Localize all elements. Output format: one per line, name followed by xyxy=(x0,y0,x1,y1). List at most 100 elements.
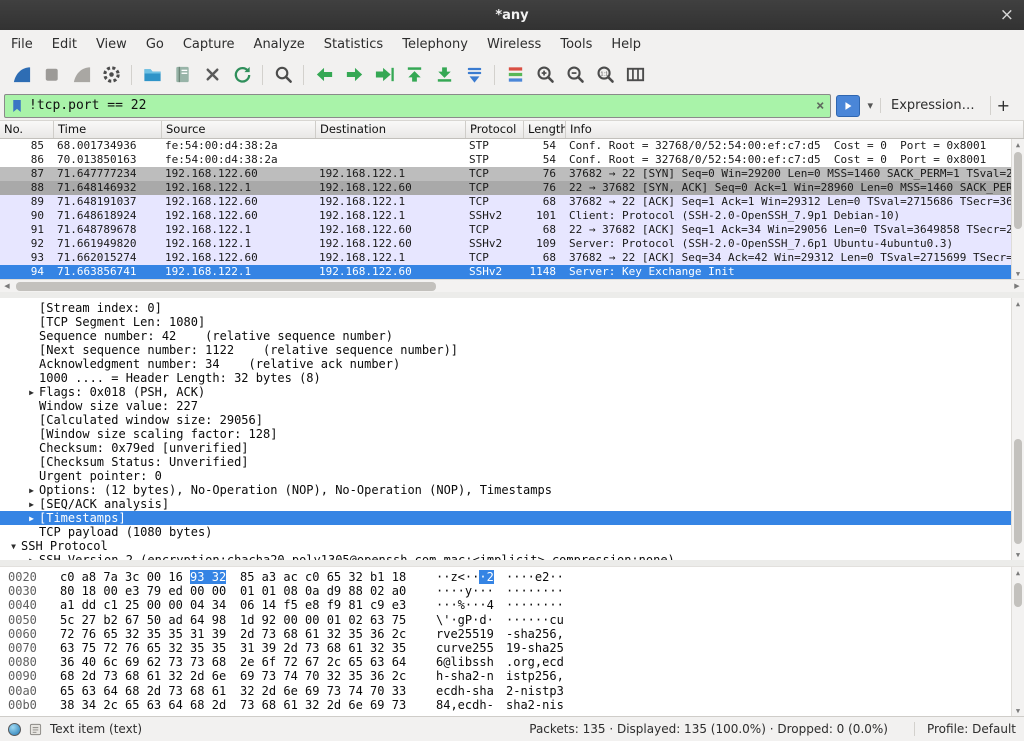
packet-row[interactable]: 8670.013850163fe:54:00:d4:38:2aSTP54Conf… xyxy=(0,153,1011,167)
save-file-button[interactable] xyxy=(167,61,197,89)
go-forward-button[interactable] xyxy=(339,61,369,89)
menu-help[interactable]: Help xyxy=(611,37,641,52)
expert-info-icon[interactable] xyxy=(8,723,21,736)
hex-row[interactable]: 009068 2d 73 68 61 32 2d 6e69 73 74 70 3… xyxy=(8,669,1011,683)
detail-line[interactable]: ▶SSH Version 2 (encryption:chacha20-poly… xyxy=(0,553,1011,560)
hex-row[interactable]: 003080 18 00 e3 79 ed 00 0001 01 08 0a d… xyxy=(8,584,1011,598)
menu-capture[interactable]: Capture xyxy=(183,37,235,52)
detail-line[interactable]: 1000 .... = Header Length: 32 bytes (8) xyxy=(0,371,1011,385)
detail-line[interactable]: [Stream index: 0] xyxy=(0,301,1011,315)
packet-list-vscrollbar[interactable]: ▲ ▼ xyxy=(1011,139,1024,279)
scroll-up-arrow[interactable]: ▲ xyxy=(1012,139,1024,150)
scroll-left-arrow[interactable]: ◀ xyxy=(0,280,14,292)
scroll-down-arrow[interactable]: ▼ xyxy=(1012,268,1024,279)
detail-line[interactable]: [TCP Segment Len: 1080] xyxy=(0,315,1011,329)
column-header-source[interactable]: Source xyxy=(162,121,316,138)
go-to-first-packet-button[interactable] xyxy=(399,61,429,89)
detail-line[interactable]: Checksum: 0x79ed [unverified] xyxy=(0,441,1011,455)
filter-apply-button[interactable] xyxy=(836,95,860,117)
packet-row[interactable]: 9471.663856741192.168.122.1192.168.122.6… xyxy=(0,265,1011,279)
expander-icon[interactable]: ▶ xyxy=(24,554,39,561)
column-header-time[interactable]: Time xyxy=(54,121,162,138)
expander-icon[interactable]: ▶ xyxy=(24,512,39,526)
open-file-button[interactable] xyxy=(137,61,167,89)
detail-line[interactable]: ▶[Timestamps] xyxy=(0,511,1011,525)
hex-row[interactable]: 006072 76 65 32 35 35 31 392d 73 68 61 3… xyxy=(8,627,1011,641)
scroll-down-arrow[interactable]: ▼ xyxy=(1012,549,1024,560)
scroll-up-arrow[interactable]: ▲ xyxy=(1012,567,1024,578)
packet-row[interactable]: 9271.661949820192.168.122.1192.168.122.6… xyxy=(0,237,1011,251)
packet-list-hscrollbar[interactable]: ◀ ▶ xyxy=(0,279,1024,292)
packet-row[interactable]: 9071.648618924192.168.122.60192.168.122.… xyxy=(0,209,1011,223)
find-packet-button[interactable] xyxy=(268,61,298,89)
detail-line[interactable]: ▶Flags: 0x018 (PSH, ACK) xyxy=(0,385,1011,399)
scrollbar-thumb[interactable] xyxy=(1014,583,1022,607)
packet-row[interactable]: 8971.648191037192.168.122.60192.168.122.… xyxy=(0,195,1011,209)
reload-button[interactable] xyxy=(227,61,257,89)
menu-view[interactable]: View xyxy=(96,37,127,52)
zoom-in-button[interactable] xyxy=(530,61,560,89)
packet-row[interactable]: 8871.648146932192.168.122.1192.168.122.6… xyxy=(0,181,1011,195)
stop-capture-button[interactable] xyxy=(36,61,66,89)
resize-columns-button[interactable] xyxy=(620,61,650,89)
scroll-down-arrow[interactable]: ▼ xyxy=(1012,705,1024,716)
scrollbar-thumb[interactable] xyxy=(1014,152,1022,229)
menu-wireless[interactable]: Wireless xyxy=(487,37,541,52)
column-header-length[interactable]: Length xyxy=(524,121,566,138)
hex-row[interactable]: 0020c0 a8 7a 3c 00 16 93 3285 a3 ac c0 6… xyxy=(8,570,1011,584)
scrollbar-thumb[interactable] xyxy=(16,282,436,291)
go-to-packet-button[interactable] xyxy=(369,61,399,89)
bytes-vscrollbar[interactable]: ▲ ▼ xyxy=(1011,567,1024,716)
menu-go[interactable]: Go xyxy=(146,37,164,52)
detail-line[interactable]: [Calculated window size: 29056] xyxy=(0,413,1011,427)
filter-bookmark-icon[interactable] xyxy=(11,98,23,114)
titlebar[interactable]: *any × xyxy=(0,0,1024,30)
add-filter-button[interactable]: + xyxy=(990,96,1020,115)
restart-capture-button[interactable] xyxy=(66,61,96,89)
detail-vscrollbar[interactable]: ▲ ▼ xyxy=(1011,298,1024,560)
hex-row[interactable]: 00a065 63 64 68 2d 73 68 6132 2d 6e 69 7… xyxy=(8,684,1011,698)
menu-file[interactable]: File xyxy=(11,37,33,52)
detail-line[interactable]: ▶Options: (12 bytes), No-Operation (NOP)… xyxy=(0,483,1011,497)
column-header-protocol[interactable]: Protocol xyxy=(466,121,524,138)
detail-line[interactable]: [Window size scaling factor: 128] xyxy=(0,427,1011,441)
detail-line[interactable]: Urgent pointer: 0 xyxy=(0,469,1011,483)
column-header-destination[interactable]: Destination xyxy=(316,121,466,138)
hex-row[interactable]: 0040a1 dd c1 25 00 00 04 3406 14 f5 e8 f… xyxy=(8,598,1011,612)
hex-row[interactable]: 00b038 34 2c 65 63 64 68 2d73 68 61 32 2… xyxy=(8,698,1011,712)
scroll-right-arrow[interactable]: ▶ xyxy=(1010,280,1024,292)
scroll-up-arrow[interactable]: ▲ xyxy=(1012,298,1024,309)
menu-statistics[interactable]: Statistics xyxy=(324,37,383,52)
column-header-info[interactable]: Info xyxy=(566,121,1024,138)
detail-line[interactable]: ▶[SEQ/ACK analysis] xyxy=(0,497,1011,511)
go-to-last-packet-button[interactable] xyxy=(429,61,459,89)
close-window-button[interactable]: × xyxy=(1000,0,1014,30)
detail-line[interactable]: Acknowledgment number: 34 (relative ack … xyxy=(0,357,1011,371)
hex-row[interactable]: 00505c 27 b2 67 50 ad 64 981d 92 00 00 0… xyxy=(8,613,1011,627)
expression-button[interactable]: Expression… xyxy=(880,98,985,113)
profile-label[interactable]: Profile: Default xyxy=(914,722,1016,736)
zoom-original-button[interactable]: 1:1 xyxy=(590,61,620,89)
menu-telephony[interactable]: Telephony xyxy=(402,37,468,52)
hex-row[interactable]: 007063 75 72 76 65 32 35 3531 39 2d 73 6… xyxy=(8,641,1011,655)
expander-icon[interactable]: ▼ xyxy=(6,540,21,554)
zoom-out-button[interactable] xyxy=(560,61,590,89)
hex-row[interactable]: 008036 40 6c 69 62 73 73 682e 6f 72 67 2… xyxy=(8,655,1011,669)
detail-line[interactable]: Sequence number: 42 (relative sequence n… xyxy=(0,329,1011,343)
scrollbar-thumb[interactable] xyxy=(1014,439,1022,544)
menu-edit[interactable]: Edit xyxy=(52,37,77,52)
auto-scroll-toggle[interactable] xyxy=(459,61,489,89)
detail-line[interactable]: TCP payload (1080 bytes) xyxy=(0,525,1011,539)
packet-list-header[interactable]: No.TimeSourceDestinationProtocolLengthIn… xyxy=(0,121,1024,139)
display-filter-input[interactable]: !tcp.port == 22 × xyxy=(4,94,831,118)
menu-tools[interactable]: Tools xyxy=(560,37,592,52)
expander-icon[interactable]: ▶ xyxy=(24,484,39,498)
go-back-button[interactable] xyxy=(309,61,339,89)
close-file-button[interactable] xyxy=(197,61,227,89)
filter-clear-icon[interactable]: × xyxy=(816,98,824,114)
detail-line[interactable]: ▼SSH Protocol xyxy=(0,539,1011,553)
packet-row[interactable]: 8771.647777234192.168.122.60192.168.122.… xyxy=(0,167,1011,181)
detail-line[interactable]: [Checksum Status: Unverified] xyxy=(0,455,1011,469)
capture-comment-icon[interactable] xyxy=(29,723,42,736)
detail-line[interactable]: [Next sequence number: 1122 (relative se… xyxy=(0,343,1011,357)
